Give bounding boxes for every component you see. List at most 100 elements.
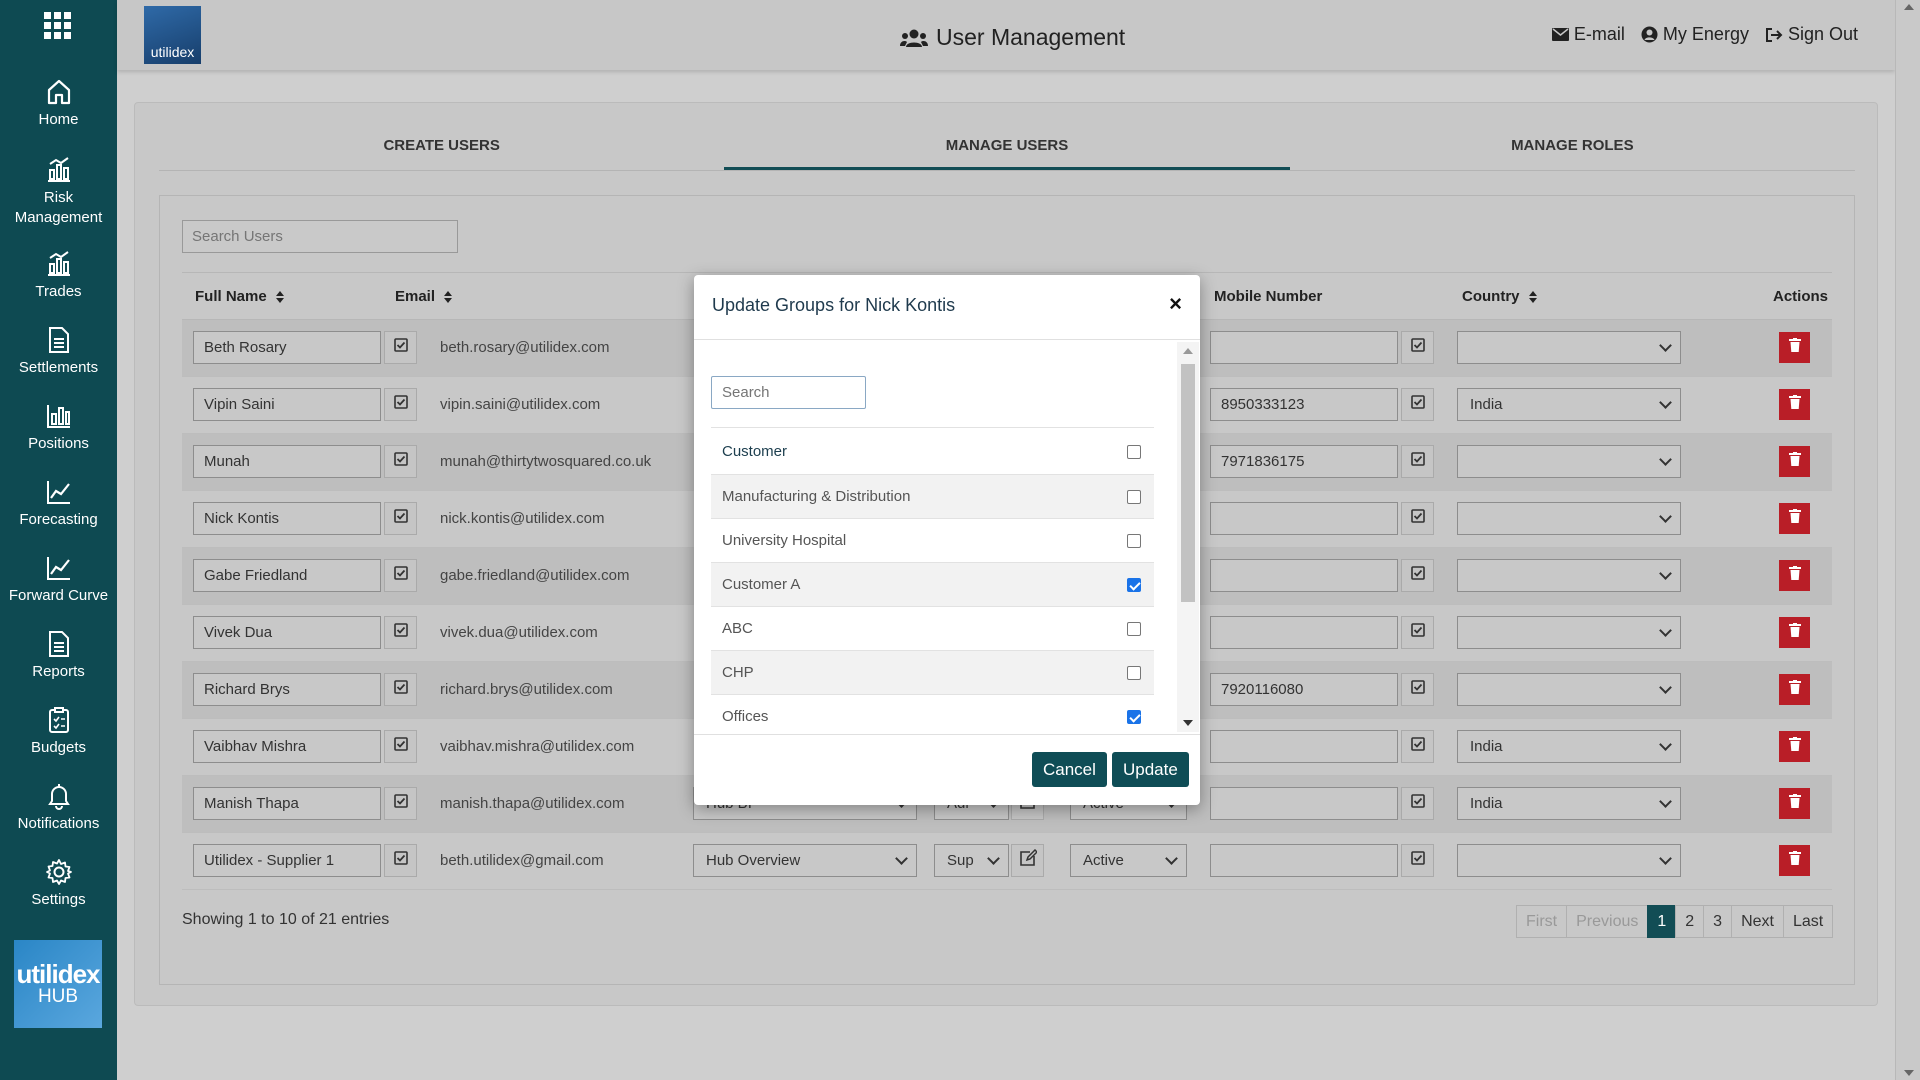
page-2[interactable]: 2: [1675, 905, 1705, 938]
apps-grid-icon[interactable]: [44, 12, 73, 39]
mobile-number-field[interactable]: 8950333123: [1210, 388, 1398, 421]
group-checkbox[interactable]: [1127, 445, 1141, 459]
cancel-button[interactable]: Cancel: [1032, 752, 1107, 787]
full-name-field[interactable]: Munah: [193, 445, 381, 478]
country-select[interactable]: [1457, 559, 1681, 592]
nav-forward-curve[interactable]: Forward Curve: [0, 554, 117, 606]
nav-settlements[interactable]: Settlements: [0, 326, 117, 378]
mobile-number-field[interactable]: [1210, 844, 1398, 877]
delete-user-button[interactable]: [1779, 560, 1810, 591]
col-country[interactable]: Country: [1462, 288, 1537, 305]
nav-notifications[interactable]: Notifications: [0, 782, 117, 834]
delete-user-button[interactable]: [1779, 446, 1810, 477]
save-mobile-button[interactable]: [1401, 559, 1434, 592]
country-select[interactable]: [1457, 502, 1681, 535]
group-checkbox[interactable]: [1127, 578, 1141, 592]
nav-settings[interactable]: Settings: [0, 858, 117, 910]
nav-home[interactable]: Home: [0, 78, 117, 130]
delete-user-button[interactable]: [1779, 845, 1810, 876]
country-select[interactable]: [1457, 445, 1681, 478]
nav-budgets[interactable]: Budgets: [0, 706, 117, 758]
save-name-button[interactable]: [384, 616, 417, 649]
full-name-field[interactable]: Vaibhav Mishra: [193, 730, 381, 763]
country-select[interactable]: India: [1457, 388, 1681, 421]
page-last[interactable]: Last: [1782, 905, 1834, 938]
full-name-field[interactable]: Manish Thapa: [193, 787, 381, 820]
role-select[interactable]: Hub Overview: [693, 844, 917, 877]
delete-user-button[interactable]: [1779, 389, 1810, 420]
page-scrollbar[interactable]: [1895, 0, 1920, 1080]
country-select[interactable]: India: [1457, 730, 1681, 763]
page-next[interactable]: Next: [1731, 905, 1784, 938]
scroll-thumb[interactable]: [1181, 364, 1195, 602]
group-checkbox[interactable]: [1127, 622, 1141, 636]
full-name-field[interactable]: Vipin Saini: [193, 388, 381, 421]
save-mobile-button[interactable]: [1401, 502, 1434, 535]
delete-user-button[interactable]: [1779, 617, 1810, 648]
full-name-field[interactable]: Gabe Friedland: [193, 559, 381, 592]
delete-user-button[interactable]: [1779, 788, 1810, 819]
mobile-number-field[interactable]: [1210, 616, 1398, 649]
page-3[interactable]: 3: [1703, 905, 1733, 938]
save-name-button[interactable]: [384, 730, 417, 763]
full-name-field[interactable]: Utilidex - Supplier 1: [193, 844, 381, 877]
scroll-up-icon[interactable]: [1183, 348, 1193, 354]
search-users-input[interactable]: [182, 220, 458, 253]
modal-scrollbar[interactable]: [1177, 342, 1199, 732]
save-mobile-button[interactable]: [1401, 388, 1434, 421]
page-1[interactable]: 1: [1647, 905, 1677, 938]
save-mobile-button[interactable]: [1401, 673, 1434, 706]
country-select[interactable]: India: [1457, 787, 1681, 820]
nav-trades[interactable]: Trades: [0, 250, 117, 302]
save-name-button[interactable]: [384, 559, 417, 592]
nav-positions[interactable]: Positions: [0, 402, 117, 454]
page-previous[interactable]: Previous: [1566, 905, 1649, 938]
save-name-button[interactable]: [384, 787, 417, 820]
sort-icon[interactable]: [275, 290, 284, 303]
save-name-button[interactable]: [384, 445, 417, 478]
country-select[interactable]: [1457, 331, 1681, 364]
col-email[interactable]: Email: [395, 288, 453, 305]
save-name-button[interactable]: [384, 331, 417, 364]
utilidex-hub-logo[interactable]: utilidex HUB: [14, 940, 102, 1028]
status-select[interactable]: Active: [1070, 844, 1187, 877]
delete-user-button[interactable]: [1779, 731, 1810, 762]
mobile-number-field[interactable]: 7971836175: [1210, 445, 1398, 478]
save-mobile-button[interactable]: [1401, 616, 1434, 649]
full-name-field[interactable]: Vivek Dua: [193, 616, 381, 649]
tab-create-users[interactable]: CREATE USERS: [159, 125, 724, 170]
delete-user-button[interactable]: [1779, 503, 1810, 534]
scroll-down-icon[interactable]: [1183, 720, 1193, 726]
col-full-name[interactable]: Full Name: [195, 288, 284, 305]
delete-user-button[interactable]: [1779, 332, 1810, 363]
country-select[interactable]: [1457, 673, 1681, 706]
save-mobile-button[interactable]: [1401, 331, 1434, 364]
group-checkbox[interactable]: [1127, 490, 1141, 504]
save-name-button[interactable]: [384, 844, 417, 877]
full-name-field[interactable]: Nick Kontis: [193, 502, 381, 535]
scroll-up-icon[interactable]: [1904, 4, 1914, 10]
country-select[interactable]: [1457, 844, 1681, 877]
delete-user-button[interactable]: [1779, 674, 1810, 705]
group-checkbox[interactable]: [1127, 710, 1141, 724]
page-first[interactable]: First: [1516, 905, 1568, 938]
save-name-button[interactable]: [384, 388, 417, 421]
save-mobile-button[interactable]: [1401, 445, 1434, 478]
full-name-field[interactable]: Richard Brys: [193, 673, 381, 706]
save-mobile-button[interactable]: [1401, 730, 1434, 763]
mobile-number-field[interactable]: [1210, 787, 1398, 820]
country-select[interactable]: [1457, 616, 1681, 649]
update-button[interactable]: Update: [1112, 752, 1189, 787]
sort-icon[interactable]: [1528, 290, 1537, 303]
save-mobile-button[interactable]: [1401, 787, 1434, 820]
group-search-input[interactable]: [711, 376, 866, 409]
nav-reports[interactable]: Reports: [0, 630, 117, 682]
save-mobile-button[interactable]: [1401, 844, 1434, 877]
group-checkbox[interactable]: [1127, 534, 1141, 548]
mobile-number-field[interactable]: [1210, 502, 1398, 535]
full-name-field[interactable]: Beth Rosary: [193, 331, 381, 364]
group-checkbox[interactable]: [1127, 666, 1141, 680]
mobile-number-field[interactable]: 7920116080: [1210, 673, 1398, 706]
mobile-number-field[interactable]: [1210, 730, 1398, 763]
scroll-down-icon[interactable]: [1904, 1070, 1914, 1076]
